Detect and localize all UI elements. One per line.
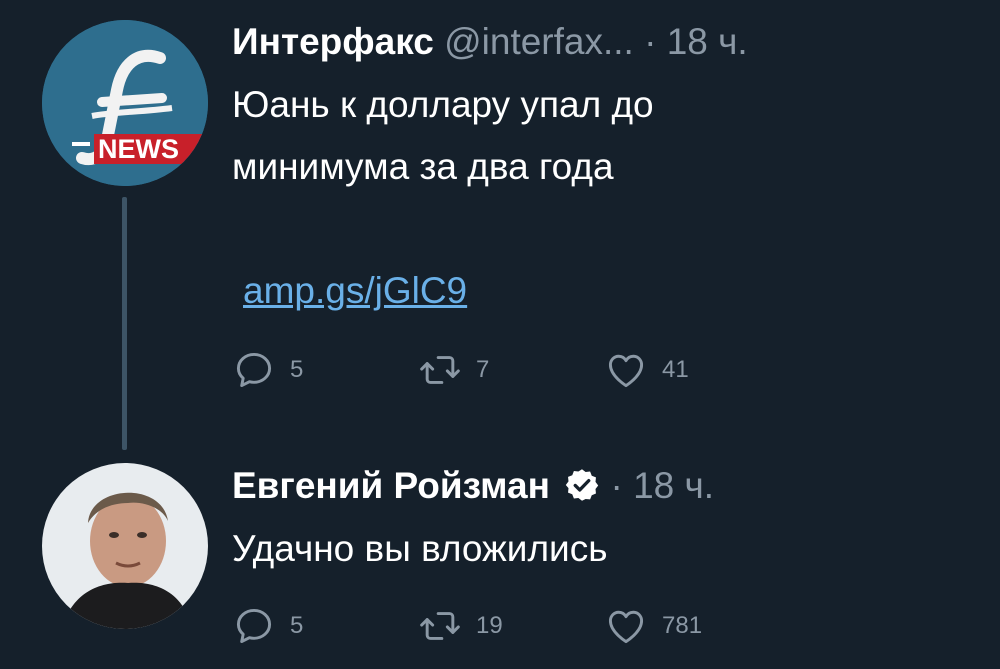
separator-dot: ·	[610, 465, 623, 506]
like-count: 781	[662, 612, 703, 639]
retweet-button[interactable]: 19	[418, 604, 503, 648]
verified-badge-icon	[566, 469, 599, 501]
tweet-header: Интерфакс @interfax... · 18 ч.	[232, 20, 748, 64]
tweet-actions: 5 19 781	[232, 604, 832, 648]
retweet-count: 7	[476, 356, 490, 383]
tweet-time[interactable]: 18 ч.	[667, 21, 748, 62]
tweet-text: Удачно вы вложились	[232, 528, 608, 569]
retweet-button[interactable]: 7	[418, 348, 489, 392]
tweet-text: Юань к доллару упал до минимума за два г…	[232, 84, 654, 187]
heart-icon	[608, 354, 644, 388]
reply-button[interactable]: 5	[232, 348, 303, 392]
author-handle[interactable]: @interfax...	[444, 21, 634, 62]
reply-count: 5	[290, 612, 304, 639]
tweet-header: Евгений Ройзман · 18 ч.	[232, 464, 714, 508]
profile-photo	[42, 463, 208, 629]
retweet-arrows-icon	[420, 612, 460, 640]
speech-bubble-icon	[236, 608, 272, 644]
avatar-logo-text: NEWS	[98, 134, 179, 164]
like-button[interactable]: 781	[604, 604, 702, 648]
avatar-interfax[interactable]: NEWS	[42, 20, 208, 186]
reply-count: 5	[290, 356, 304, 383]
avatar-roizman[interactable]	[42, 463, 208, 629]
separator-dot: ·	[644, 21, 657, 62]
tweet-time[interactable]: 18 ч.	[633, 465, 714, 506]
like-button[interactable]: 41	[604, 348, 689, 392]
author-name[interactable]: Интерфакс	[232, 21, 434, 62]
retweet-arrows-icon	[420, 356, 460, 384]
thread-line	[122, 197, 127, 450]
speech-bubble-icon	[236, 352, 272, 388]
heart-icon	[608, 610, 644, 644]
author-name[interactable]: Евгений Ройзман	[232, 465, 550, 506]
tweet-interfax[interactable]: NEWS Интерфакс @interfax... · 18 ч. Юань…	[0, 0, 1000, 450]
tweet-actions: 5 7 41	[232, 348, 832, 392]
like-count: 41	[662, 356, 689, 383]
retweet-count: 19	[476, 612, 503, 639]
tweet-link[interactable]: amp.gs/jGlC9	[243, 270, 467, 312]
reply-button[interactable]: 5	[232, 604, 303, 648]
